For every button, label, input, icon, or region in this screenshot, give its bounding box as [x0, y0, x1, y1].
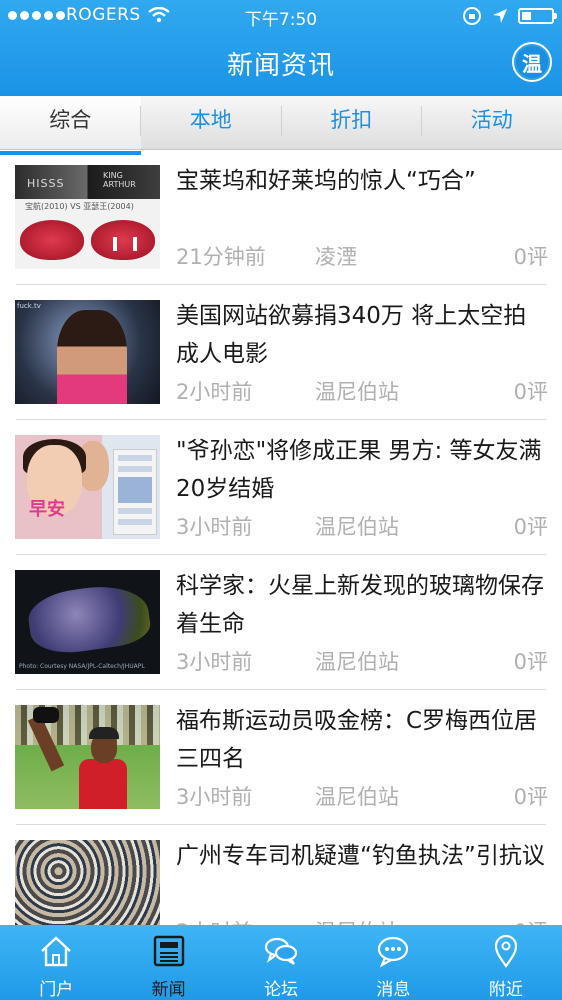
news-time: 3小时前 [176, 916, 252, 925]
news-title: 广州专车司机疑遭“钓鱼执法”引抗议 [176, 843, 545, 869]
news-title: 宝莱坞和好莱坞的惊人“巧合” [176, 168, 476, 194]
location-arrow-icon [493, 9, 507, 23]
location-pin-icon [494, 934, 517, 968]
news-comment-count: 0评 [513, 515, 548, 539]
news-time: 2小时前 [176, 380, 253, 404]
tabbar-label: 消息 [376, 980, 411, 1000]
news-thumbnail: 早安 [15, 435, 160, 539]
app-screen: ROGERS 下午7:50 新闻资讯 温 综合 本地 折扣 活动 HISSS K… [0, 0, 562, 1000]
thumbnail-caption: 宝航(2010) VS 亚瑟王(2004) [25, 202, 134, 211]
status-bar: ROGERS 下午7:50 [0, 0, 562, 32]
news-source: 温尼伯站 [315, 785, 399, 809]
news-meta: 3小时前 温尼伯站 0评 [176, 781, 548, 811]
news-meta: 3小时前 温尼伯站 0评 [176, 916, 548, 925]
news-thumbnail: HISSS KING ARTHUR 宝航(2010) VS 亚瑟王(2004) [15, 165, 160, 269]
tab-divider [140, 106, 141, 136]
tabbar-label: 论坛 [264, 980, 299, 1000]
tab-zonghe[interactable]: 综合 [0, 96, 141, 155]
thumbnail-tag: fuck.tv [17, 302, 41, 310]
tab-divider [281, 106, 282, 136]
news-meta: 3小时前 温尼伯站 0评 [176, 646, 548, 676]
news-thumbnail [15, 840, 160, 925]
thumbnail-caption: Photo: Courtesy NASA/JPL-Caltech/JHUAPL [19, 663, 145, 670]
house-icon [41, 936, 72, 967]
tab-huodong[interactable]: 活动 [422, 96, 562, 149]
news-meta: 21分钟前 凌湮 0评 [176, 241, 548, 271]
news-title: 福布斯运动员吸金榜：C罗梅西位居三四名 [176, 708, 538, 772]
logo-button[interactable]: 温 [512, 42, 552, 82]
tabbar-item-forum[interactable]: 论坛 [225, 925, 337, 1000]
news-time: 3小时前 [176, 515, 253, 539]
tabbar-item-portal[interactable]: 门户 [0, 925, 112, 1000]
news-time: 3小时前 [176, 650, 253, 674]
news-item[interactable]: Photo: Courtesy NASA/JPL-Caltech/JHUAPL … [0, 555, 562, 690]
category-tabs: 综合 本地 折扣 活动 [0, 96, 562, 155]
bottom-tab-bar: 门户 新闻 论坛 消息 附近 [0, 925, 562, 1000]
news-source: 温尼伯站 [315, 650, 399, 674]
news-thumbnail: fuck.tv [15, 300, 160, 404]
news-item[interactable]: HISSS KING ARTHUR 宝航(2010) VS 亚瑟王(2004) … [0, 150, 562, 285]
news-comment-count: 0评 [514, 916, 548, 925]
newspaper-icon [153, 935, 184, 967]
tabbar-item-news[interactable]: 新闻 [112, 925, 224, 1000]
news-time: 3小时前 [176, 785, 253, 809]
chat-bubbles-icon [264, 937, 298, 965]
news-time: 21分钟前 [176, 245, 266, 269]
tabbar-item-nearby[interactable]: 附近 [450, 925, 562, 1000]
tab-zhekou[interactable]: 折扣 [281, 96, 422, 149]
page-title: 新闻资讯 [226, 51, 335, 81]
news-comment-count: 0评 [513, 785, 548, 809]
tabbar-label: 新闻 [151, 980, 186, 1000]
news-meta: 3小时前 温尼伯站 0评 [176, 511, 548, 541]
thumbnail-text: KING ARTHUR [103, 171, 136, 189]
thumbnail-text: 早安 [29, 499, 65, 520]
news-title: 美国网站欲募捐340万 将上太空拍成人电影 [176, 303, 527, 367]
news-source: 温尼伯站 [315, 916, 399, 925]
battery-icon [518, 8, 557, 24]
thumbnail-text: HISSS [27, 177, 65, 190]
news-source: 温尼伯站 [315, 380, 399, 404]
news-comment-count: 0评 [513, 245, 548, 269]
tabbar-label: 门户 [39, 980, 74, 1000]
news-meta: 2小时前 温尼伯站 0评 [176, 376, 548, 406]
news-source: 温尼伯站 [315, 515, 399, 539]
header: ROGERS 下午7:50 新闻资讯 温 [0, 0, 562, 96]
tab-bendi[interactable]: 本地 [141, 96, 282, 149]
news-comment-count: 0评 [513, 380, 548, 404]
tab-divider [421, 106, 422, 136]
news-item[interactable]: 福布斯运动员吸金榜：C罗梅西位居三四名 3小时前 温尼伯站 0评 [0, 690, 562, 825]
news-item[interactable]: fuck.tv 美国网站欲募捐340万 将上太空拍成人电影 2小时前 温尼伯站 … [0, 285, 562, 420]
news-thumbnail: Photo: Courtesy NASA/JPL-Caltech/JHUAPL [15, 570, 160, 674]
tabbar-label: 附近 [488, 980, 523, 1000]
news-comment-count: 0评 [513, 650, 548, 674]
news-item[interactable]: 早安 "爷孙恋"将修成正果 男方: 等女友满20岁结婚 3小时前 温尼伯站 0评 [0, 420, 562, 555]
news-title: 科学家：火星上新发现的玻璃物保存着生命 [176, 573, 544, 637]
news-item[interactable]: 广州专车司机疑遭“钓鱼执法”引抗议 3小时前 温尼伯站 0评 [0, 825, 562, 925]
news-title: "爷孙恋"将修成正果 男方: 等女友满20岁结婚 [176, 438, 542, 502]
news-thumbnail [15, 705, 160, 809]
news-list: HISSS KING ARTHUR 宝航(2010) VS 亚瑟王(2004) … [0, 150, 562, 925]
message-icon [378, 936, 409, 968]
tabbar-item-messages[interactable]: 消息 [337, 925, 449, 1000]
news-source: 凌湮 [315, 245, 357, 269]
status-right-icons [462, 6, 557, 26]
rotation-lock-icon [463, 7, 481, 25]
